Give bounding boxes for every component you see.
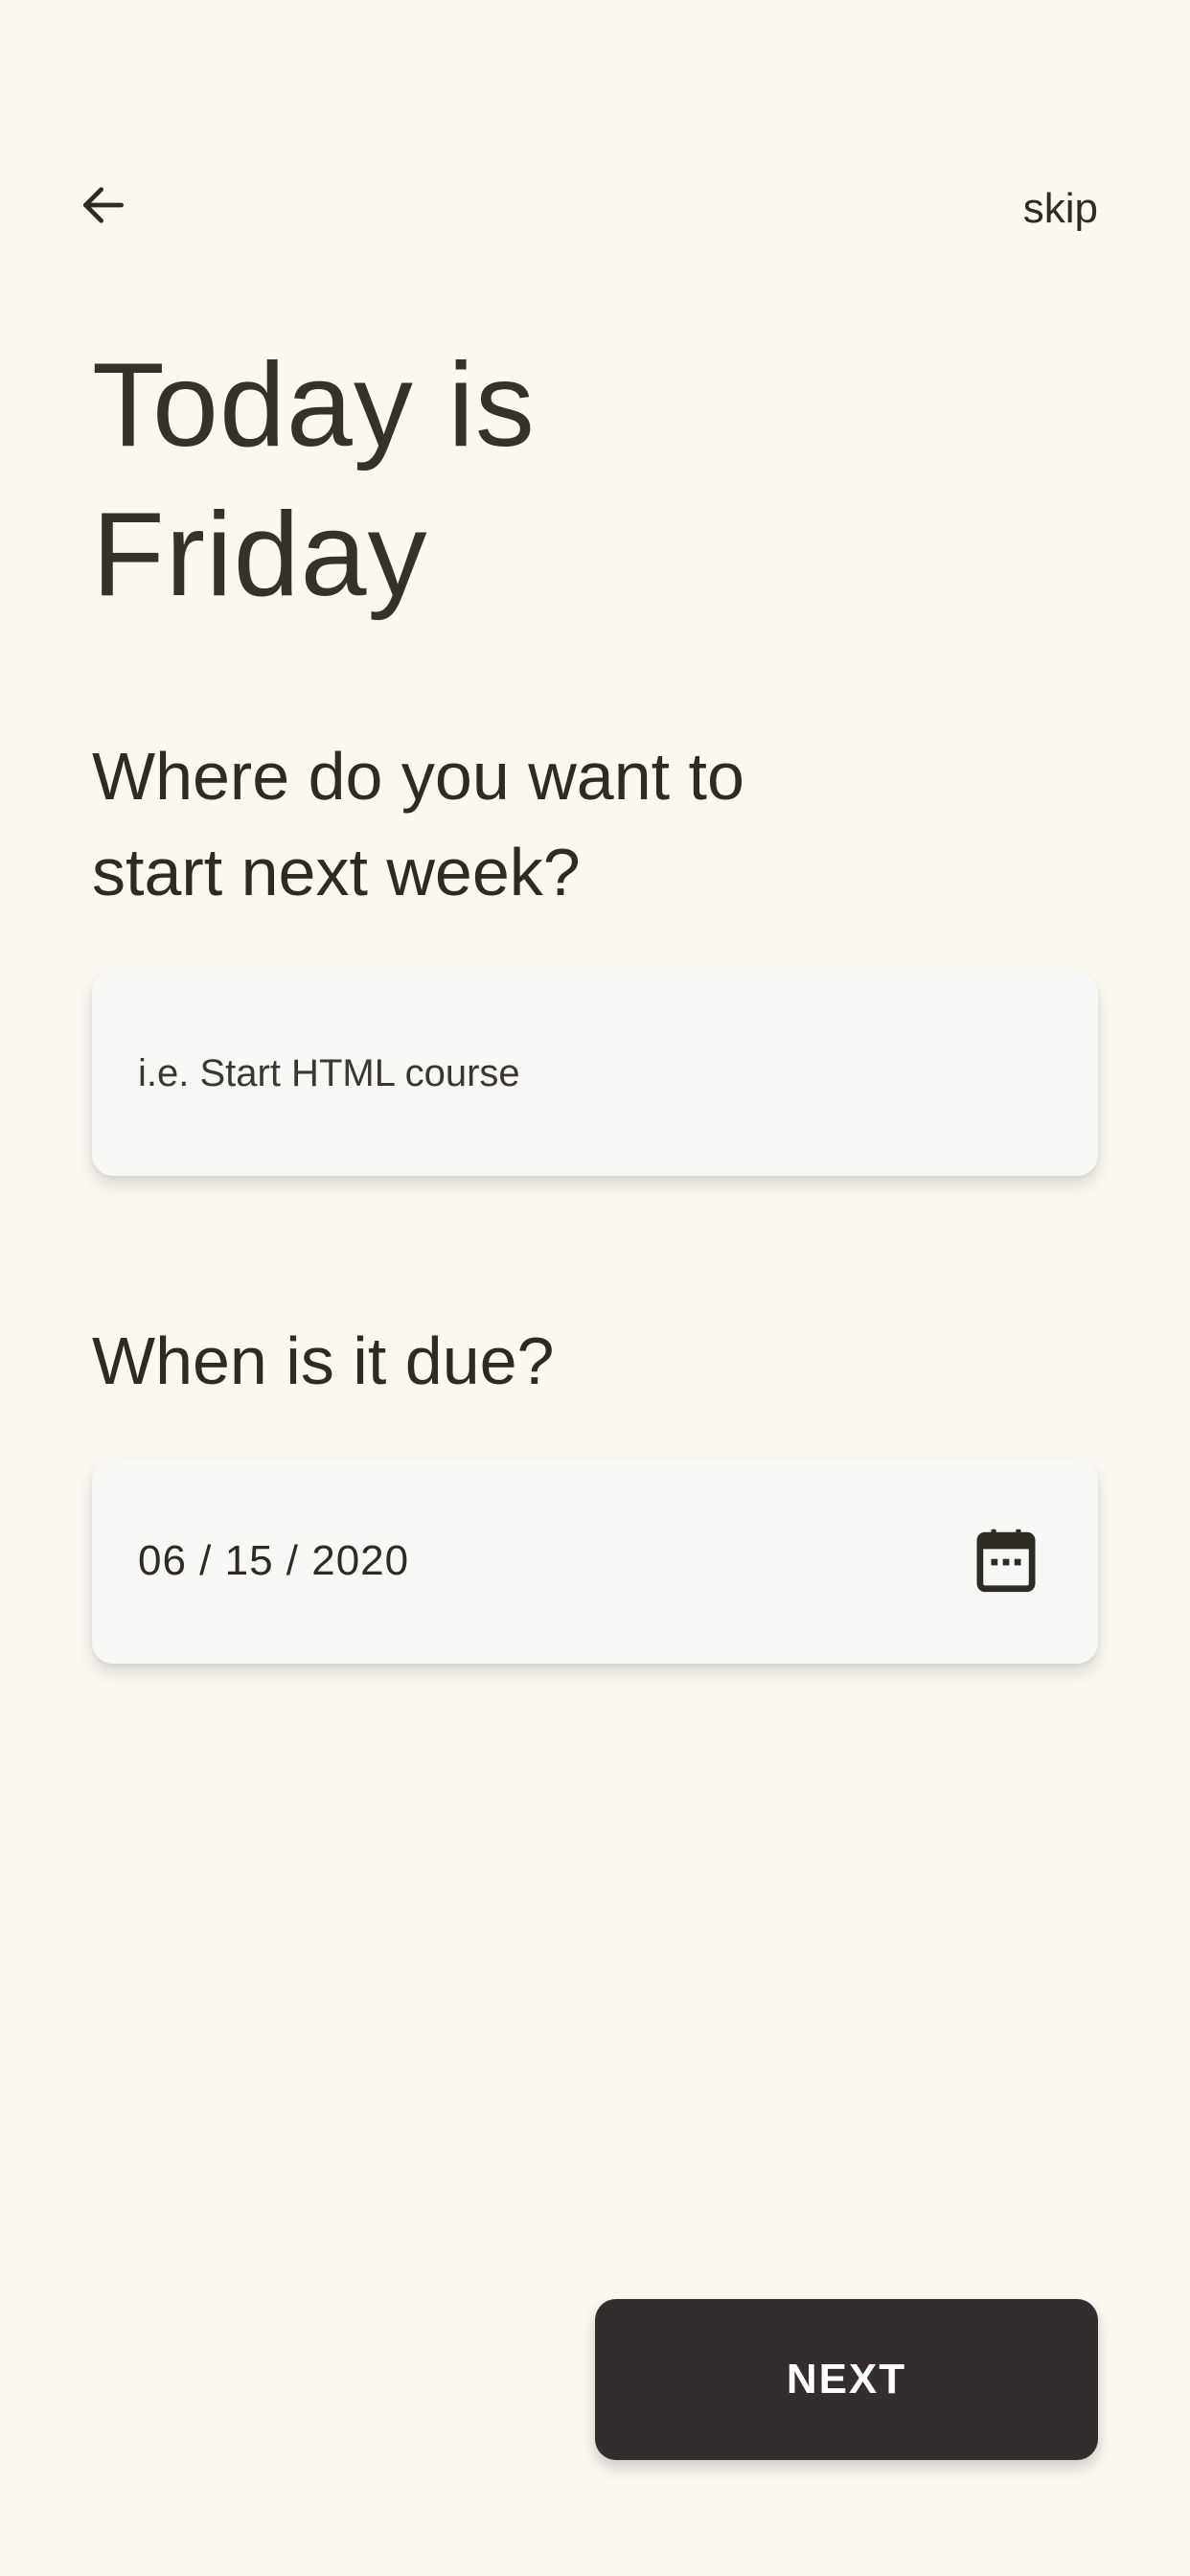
skip-link[interactable]: skip [1023, 178, 1098, 240]
page-title: Today is Friday [92, 339, 536, 621]
calendar-button[interactable] [972, 1528, 1041, 1597]
goal-input[interactable] [138, 971, 1039, 1176]
goal-field-container [92, 971, 1098, 1176]
arrow-left-icon [77, 178, 130, 237]
back-button[interactable] [69, 172, 138, 242]
next-button[interactable]: NEXT [595, 2299, 1098, 2460]
due-question-label: When is it due? [92, 1323, 555, 1398]
due-date-field[interactable]: 06 / 15 / 2020 [92, 1459, 1098, 1664]
due-date-value: 06 / 15 / 2020 [138, 1537, 410, 1584]
calendar-icon [976, 1528, 1036, 1598]
goal-question-label: Where do you want to start next week? [92, 739, 744, 909]
